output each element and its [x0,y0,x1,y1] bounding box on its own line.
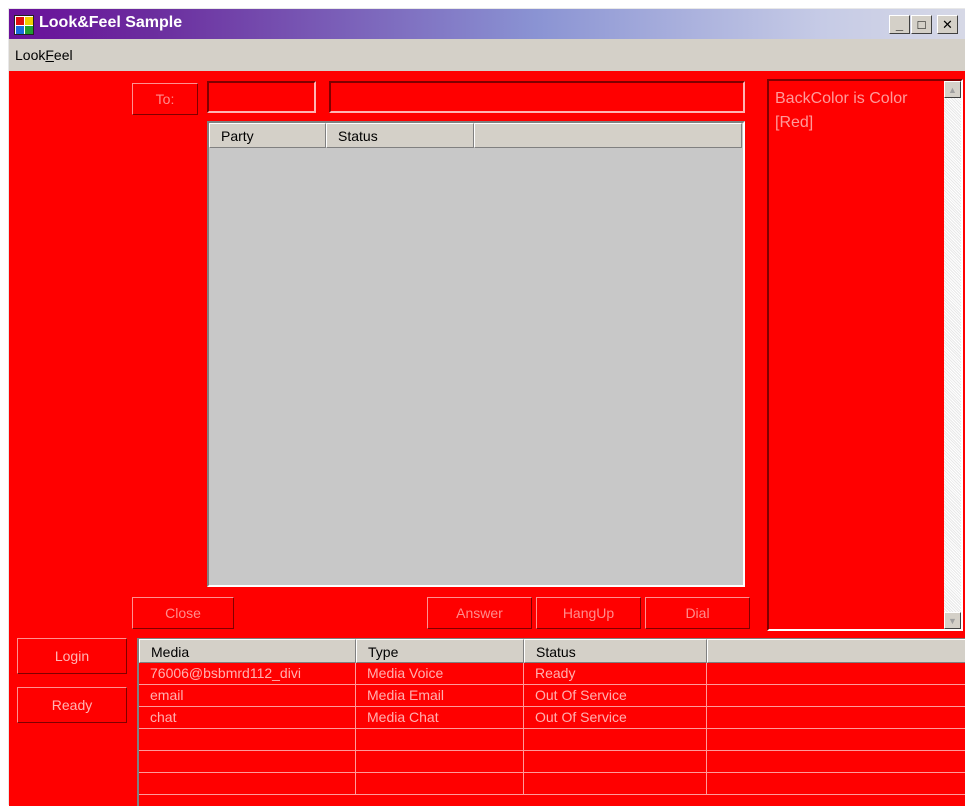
party-list-header: Party Status [209,123,742,148]
cell-media [139,773,356,795]
to-field-long[interactable] [329,81,745,113]
cell-status [524,773,707,795]
cell-empty [707,663,965,685]
maximize-button[interactable]: □ [911,15,932,34]
column-header-type[interactable]: Type [356,639,524,663]
close-button-label: Close [165,605,201,621]
cell-empty [707,751,965,773]
cell-status: Ready [524,663,707,685]
info-textbox[interactable]: BackColor is Color [Red] ▲ ▼ [767,79,963,631]
cell-empty [707,707,965,729]
cell-media [139,751,356,773]
media-grid-body: 76006@bsbmrd112_divi Media Voice Ready e… [139,663,965,795]
cell-type: Media Email [356,685,524,707]
column-header-media[interactable]: Media [139,639,356,663]
ready-button[interactable]: Ready [17,687,127,723]
cell-empty [707,729,965,751]
hangup-button[interactable]: HangUp [536,597,641,629]
party-list[interactable]: Party Status [207,121,745,587]
media-grid[interactable]: Media Type Status 76006@bsbmrd112_divi M… [137,638,965,806]
cell-status [524,729,707,751]
table-row[interactable]: 76006@bsbmrd112_divi Media Voice Ready [139,663,965,685]
minimize-button[interactable]: _ [889,15,910,34]
dial-button[interactable]: Dial [645,597,750,629]
cell-media: email [139,685,356,707]
column-header-empty[interactable] [707,639,965,663]
cell-media: chat [139,707,356,729]
dial-button-label: Dial [685,605,710,621]
table-row[interactable] [139,751,965,773]
scroll-up-icon[interactable]: ▲ [944,81,961,98]
media-grid-header: Media Type Status [139,639,965,663]
menu-lookfeel[interactable]: LookFeel [15,47,73,63]
login-button[interactable]: Login [17,638,127,674]
cell-status [524,751,707,773]
title-bar[interactable]: Look&Feel Sample _ □ ✕ [9,9,965,39]
close-window-button[interactable]: ✕ [937,15,958,34]
table-row[interactable] [139,773,965,795]
scroll-down-icon[interactable]: ▼ [944,612,961,629]
info-text: BackColor is Color [Red] [775,90,908,131]
cell-type: Media Chat [356,707,524,729]
window-title: Look&Feel Sample [39,14,183,31]
ready-button-label: Ready [51,697,93,713]
column-header-empty[interactable] [474,123,742,148]
cell-type [356,773,524,795]
cell-status: Out Of Service [524,707,707,729]
cell-type [356,751,524,773]
cell-type [356,729,524,751]
cell-media [139,729,356,751]
client-area: To: Party Status Close Answer HangUp Dia… [9,71,965,806]
table-row[interactable] [139,729,965,751]
to-button[interactable]: To: [132,83,198,115]
answer-button[interactable]: Answer [427,597,532,629]
cell-empty [707,773,965,795]
column-header-party[interactable]: Party [209,123,326,148]
cell-media: 76006@bsbmrd112_divi [139,663,356,685]
column-header-status[interactable]: Status [326,123,474,148]
app-window: Look&Feel Sample _ □ ✕ LookFeel To: Part… [8,8,965,806]
to-button-label: To: [155,91,175,107]
cell-status: Out Of Service [524,685,707,707]
cell-type: Media Voice [356,663,524,685]
answer-button-label: Answer [456,605,503,621]
table-row[interactable]: email Media Email Out Of Service [139,685,965,707]
table-row[interactable]: chat Media Chat Out Of Service [139,707,965,729]
to-field-short[interactable] [207,81,316,113]
hangup-button-label: HangUp [562,605,615,621]
app-icon[interactable] [14,15,34,35]
vertical-scrollbar[interactable]: ▲ ▼ [944,81,961,629]
login-button-label: Login [54,648,90,664]
cell-empty [707,685,965,707]
close-button[interactable]: Close [132,597,234,629]
menu-bar: LookFeel [9,39,965,71]
column-header-status[interactable]: Status [524,639,707,663]
